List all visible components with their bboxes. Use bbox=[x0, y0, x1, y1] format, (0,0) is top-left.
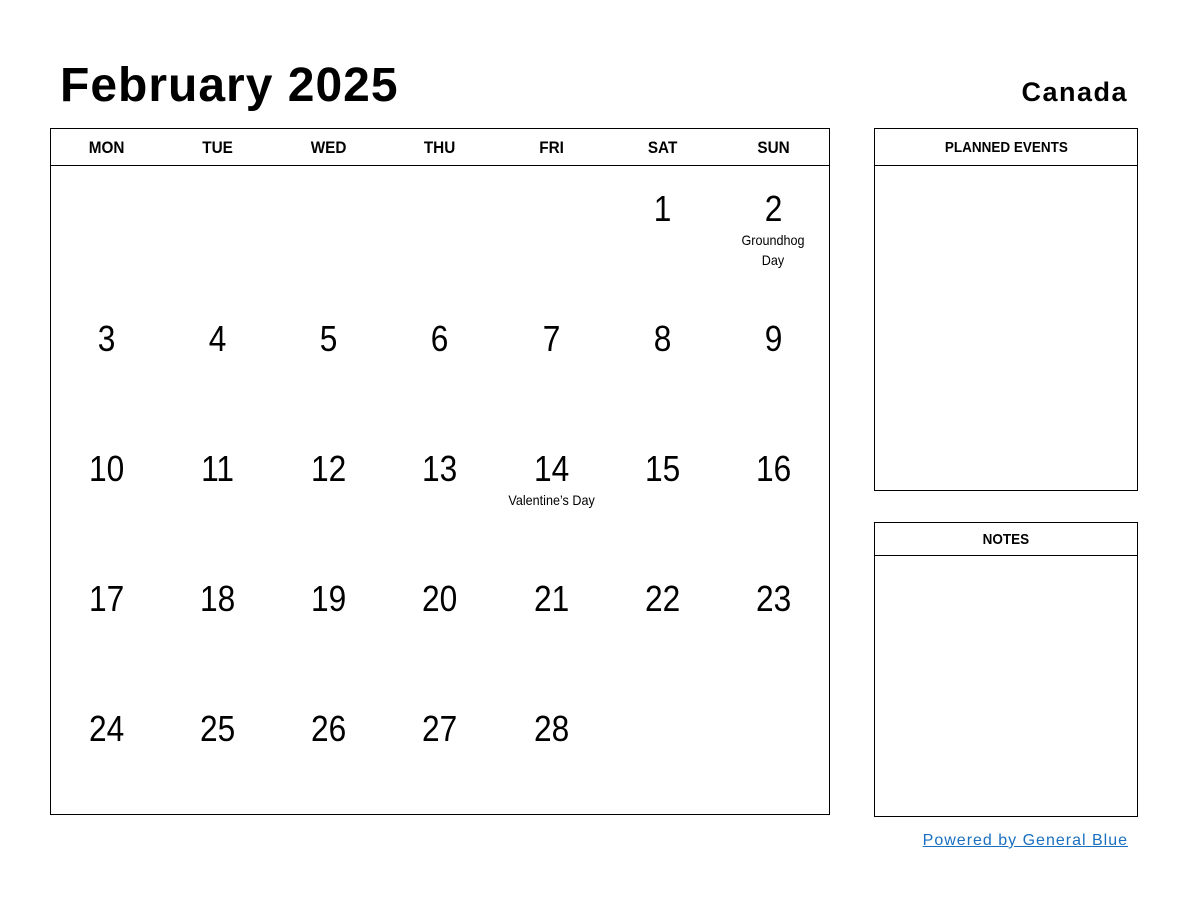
day-number: 7 bbox=[542, 318, 560, 359]
day-cell: 20 bbox=[384, 579, 495, 709]
weekday-sun: SUN bbox=[757, 138, 790, 157]
day-cell: 15 bbox=[607, 449, 718, 579]
day-number: 1 bbox=[653, 188, 672, 229]
day-cell bbox=[273, 189, 384, 319]
planned-events-title: PLANNED EVENTS bbox=[944, 139, 1068, 156]
day-number: 19 bbox=[311, 578, 347, 619]
day-number: 17 bbox=[88, 578, 125, 619]
day-number: 26 bbox=[311, 708, 347, 749]
day-cell: 9 bbox=[718, 319, 829, 449]
day-cell: 24 bbox=[51, 709, 162, 839]
day-cell: 23 bbox=[718, 579, 829, 709]
day-cell: 12 bbox=[273, 449, 384, 579]
day-cell: 27 bbox=[384, 709, 495, 839]
day-number: 4 bbox=[208, 318, 227, 359]
day-number: 2 bbox=[764, 188, 783, 229]
weekday-fri: FRI bbox=[538, 138, 564, 157]
day-number: 22 bbox=[644, 578, 680, 619]
day-number: 16 bbox=[755, 448, 792, 489]
day-cell: 14 Valentine’s Day bbox=[496, 449, 607, 579]
day-number: 12 bbox=[311, 448, 347, 489]
day-cell bbox=[607, 709, 718, 839]
day-number: 11 bbox=[201, 448, 235, 489]
day-cell: 3 bbox=[51, 319, 162, 449]
day-cell: 6 bbox=[384, 319, 495, 449]
day-cell: 2 Groundhog Day bbox=[718, 189, 829, 319]
day-cell: 22 bbox=[607, 579, 718, 709]
page-title: February 2025 bbox=[60, 59, 399, 112]
weekday-header: MON TUE WED THU FRI SAT SUN bbox=[51, 129, 829, 166]
day-number: 21 bbox=[533, 578, 569, 619]
day-number: 9 bbox=[764, 318, 783, 359]
day-cell: 16 bbox=[718, 449, 829, 579]
holiday-label: Groundhog Day bbox=[741, 232, 805, 268]
day-cell: 1 bbox=[607, 189, 718, 319]
day-number: 14 bbox=[533, 448, 569, 489]
day-cell: 21 bbox=[496, 579, 607, 709]
day-cell bbox=[384, 189, 495, 319]
day-cell: 13 bbox=[384, 449, 495, 579]
planned-events-heading: PLANNED EVENTS bbox=[875, 129, 1137, 166]
weekday-sat: SAT bbox=[647, 138, 678, 157]
day-cell: 26 bbox=[273, 709, 384, 839]
calendar-grid: MON TUE WED THU FRI SAT SUN 1 2 Groundhog … bbox=[50, 128, 830, 815]
day-number: 28 bbox=[533, 708, 569, 749]
holiday-label: Valentine’s Day bbox=[507, 492, 595, 508]
day-number: 6 bbox=[431, 318, 449, 359]
day-number: 10 bbox=[88, 448, 125, 489]
day-number: 23 bbox=[755, 578, 792, 619]
powered-by-link[interactable]: Powered by General Blue bbox=[923, 832, 1128, 850]
day-number: 13 bbox=[422, 448, 458, 489]
day-cell: 18 bbox=[162, 579, 273, 709]
weekday-tue: TUE bbox=[202, 138, 234, 157]
notes-panel: NOTES bbox=[874, 522, 1138, 817]
weekday-thu: THU bbox=[424, 138, 456, 157]
day-number: 24 bbox=[88, 708, 125, 749]
day-number: 3 bbox=[97, 318, 116, 359]
day-cell: 5 bbox=[273, 319, 384, 449]
weekday-wed: WED bbox=[310, 138, 347, 157]
day-number: 15 bbox=[644, 448, 680, 489]
day-cell: 28 bbox=[496, 709, 607, 839]
day-number: 8 bbox=[653, 318, 672, 359]
day-cell bbox=[51, 189, 162, 319]
notes-heading: NOTES bbox=[875, 523, 1137, 556]
planned-events-panel: PLANNED EVENTS bbox=[874, 128, 1138, 491]
weekday-mon: MON bbox=[88, 138, 125, 157]
day-cell: 8 bbox=[607, 319, 718, 449]
day-number: 25 bbox=[200, 708, 236, 749]
day-cell: 7 bbox=[496, 319, 607, 449]
notes-title: NOTES bbox=[982, 531, 1030, 548]
day-cell bbox=[496, 189, 607, 319]
day-number: 27 bbox=[422, 708, 458, 749]
calendar-days: 1 2 Groundhog Day 3 4 5 6 7 8 9 10 11 12 13 14 Valentin… bbox=[51, 166, 829, 839]
country-label: Canada bbox=[1021, 77, 1128, 107]
day-number: 5 bbox=[320, 318, 338, 359]
day-cell: 19 bbox=[273, 579, 384, 709]
day-cell: 17 bbox=[51, 579, 162, 709]
day-cell: 4 bbox=[162, 319, 273, 449]
day-cell: 11 bbox=[162, 449, 273, 579]
day-cell bbox=[718, 709, 829, 839]
day-cell: 10 bbox=[51, 449, 162, 579]
day-cell: 25 bbox=[162, 709, 273, 839]
day-cell bbox=[162, 189, 273, 319]
day-number: 20 bbox=[422, 578, 458, 619]
day-number: 18 bbox=[200, 578, 236, 619]
